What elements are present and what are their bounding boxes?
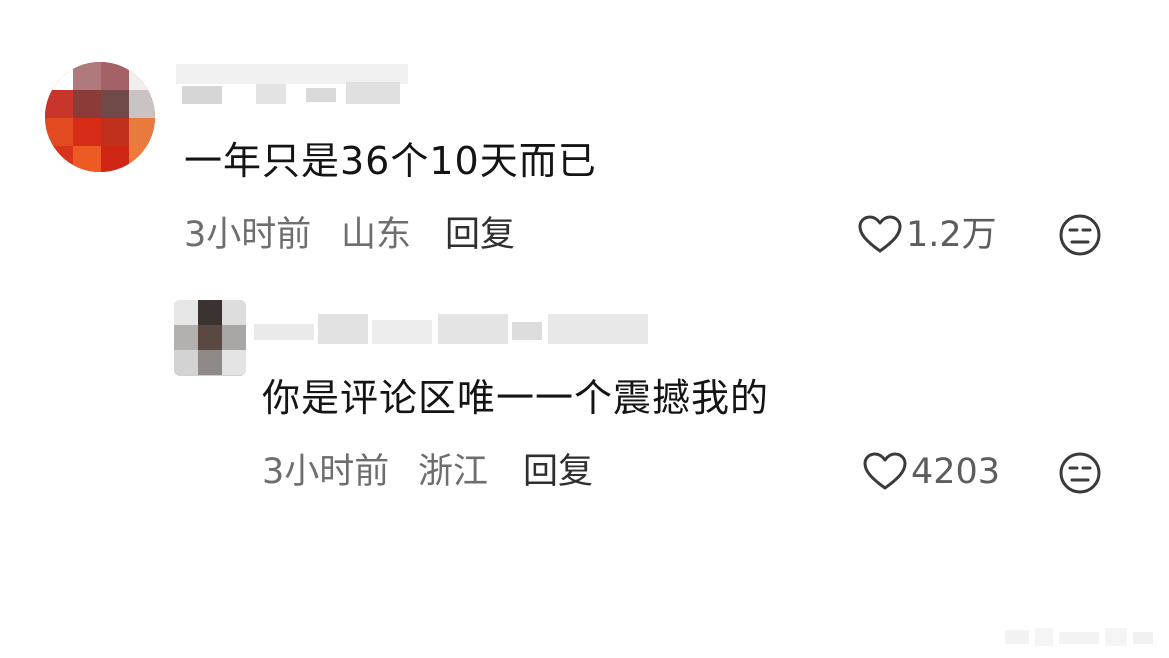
like-count: 4203 (911, 452, 1001, 492)
username-blurred[interactable] (254, 310, 650, 354)
comment-location: 山东 (341, 215, 412, 255)
comment-text: 一年只是36个10天而已 (184, 139, 597, 183)
like-button[interactable]: 4203 (863, 451, 1000, 493)
comment-location: 浙江 (418, 452, 489, 492)
like-button[interactable]: 1.2万 (858, 214, 997, 256)
avatar[interactable] (45, 62, 155, 172)
comment-section: 一年只是36个10天而已 3小时前 山东 回复 1.2万 你是评论区唯一一个震撼… (0, 0, 1169, 658)
comment-time: 3小时前 (184, 215, 312, 255)
comment-text: 你是评论区唯一一个震撼我的 (262, 376, 770, 420)
meh-face-icon (1058, 451, 1102, 495)
like-count: 1.2万 (906, 215, 997, 255)
heart-outline-icon (858, 215, 902, 255)
dislike-button[interactable] (1058, 213, 1102, 257)
dislike-button[interactable] (1058, 451, 1102, 495)
meh-face-icon (1058, 213, 1102, 257)
reply-button[interactable]: 回复 (445, 214, 515, 256)
username-blurred[interactable] (176, 60, 408, 104)
heart-outline-icon (863, 452, 907, 492)
watermark (1005, 624, 1155, 648)
comment-time: 3小时前 (262, 452, 390, 492)
avatar[interactable] (174, 300, 246, 376)
reply-button[interactable]: 回复 (523, 451, 593, 493)
